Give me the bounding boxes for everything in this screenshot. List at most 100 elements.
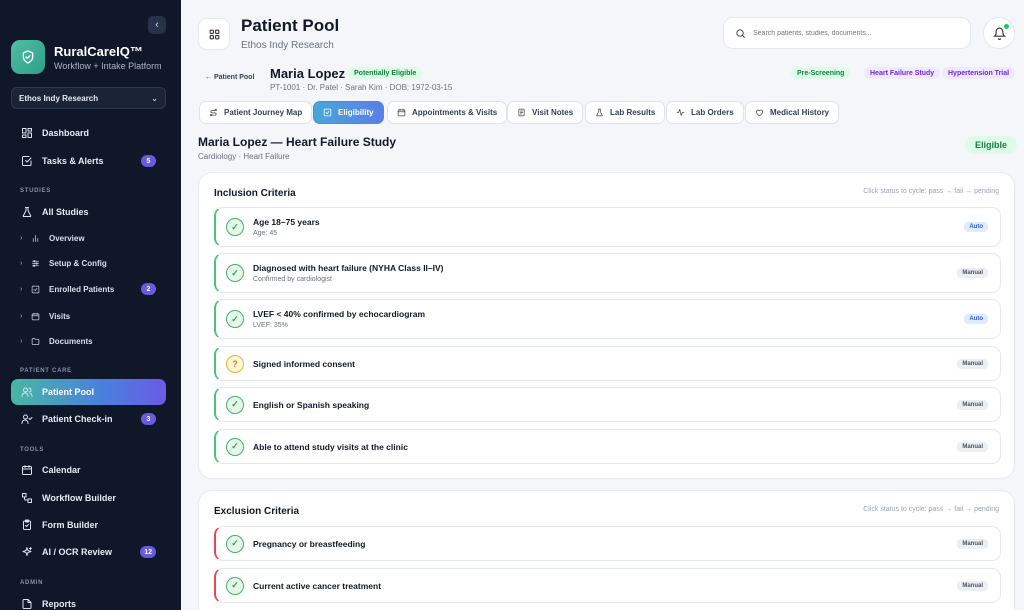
brand-subtitle: Workflow + Intake Platform (54, 60, 162, 71)
status-toggle[interactable]: ✓ (226, 576, 244, 595)
sidebar-item-form-builder[interactable]: Form Builder (11, 512, 166, 538)
chevron-down-icon: ⌄ (151, 93, 158, 103)
mode-badge: Manual (957, 441, 988, 452)
sidebar-item-all-studies[interactable]: All Studies (11, 199, 166, 225)
card-title: Inclusion Criteria (214, 188, 296, 199)
chevron-right-icon: › (20, 312, 23, 320)
check-icon: ✓ (231, 441, 239, 451)
search-input[interactable] (753, 29, 953, 37)
status-toggle[interactable]: ✓ (226, 264, 244, 282)
status-toggle[interactable]: ✓ (226, 218, 244, 236)
sidebar-sub-label: Documents (49, 336, 93, 346)
criterion-label: Able to attend study visits at the clini… (253, 441, 408, 452)
tab-eligibility[interactable]: Eligibility (313, 101, 384, 124)
check-icon: ✓ (231, 538, 239, 548)
criterion-row: ✓ Able to attend study visits at the cli… (214, 429, 1001, 464)
criterion-label: Signed informed consent (253, 358, 356, 369)
check-icon: ✓ (231, 399, 239, 409)
tab-medical-history[interactable]: Medical History (745, 101, 840, 124)
bell-icon (992, 27, 1006, 40)
patient-meta: PT-1001 · Dr. Patel · Sarah Kim · DOB: 1… (270, 83, 453, 92)
sidebar-sub-enrolled[interactable]: › Enrolled Patients 2 (20, 279, 166, 299)
search-bar[interactable] (723, 17, 971, 49)
check-icon: ✓ (231, 267, 239, 278)
card-title: Exclusion Criteria (214, 506, 300, 517)
tab-lab-orders[interactable]: Lab Orders (666, 101, 744, 124)
tab-label: Lab Orders (691, 108, 734, 117)
sidebar-item-label: Reports (42, 599, 77, 609)
grid-icon[interactable] (198, 18, 230, 50)
route-icon (210, 108, 217, 117)
org-select-label: Ethos Indy Research (19, 93, 99, 103)
sidebar-item-tasks[interactable]: Tasks & Alerts 5 (11, 148, 166, 174)
chevron-right-icon: › (20, 259, 23, 267)
sidebar-sub-label: Visits (49, 311, 71, 321)
back-link-label: Patient Pool (213, 74, 255, 81)
criterion-row: ✓ Age 18–75 years Age: 45 Auto (214, 207, 1001, 247)
org-select[interactable]: Ethos Indy Research ⌄ (11, 87, 166, 109)
flask-icon (22, 207, 32, 218)
chevron-right-icon: › (20, 337, 23, 345)
tab-label: Visit Notes (532, 108, 574, 117)
tab-appointments-visits[interactable]: Appointments & Visits (387, 101, 508, 124)
criterion-row: ✓ Diagnosed with heart failure (NYHA Cla… (214, 253, 1001, 293)
sidebar-item-label: Form Builder (42, 520, 99, 530)
check-icon: ✓ (231, 313, 239, 324)
tab-patient-journey-map[interactable]: Patient Journey Map (199, 101, 313, 124)
status-toggle[interactable]: ✓ (226, 395, 244, 414)
clipboard-icon (23, 519, 31, 530)
check-icon: ✓ (231, 580, 239, 590)
sidebar-item-reports[interactable]: Reports (11, 591, 166, 610)
sidebar-item-workflow-builder[interactable]: Workflow Builder (11, 485, 166, 511)
criterion-label: English or Spanish speaking (253, 399, 370, 410)
section-label-studies: STUDIES (20, 188, 51, 194)
shield-icon (11, 40, 45, 74)
sidebar-item-patient-pool[interactable]: Patient Pool (11, 379, 166, 405)
collapse-sidebar-button[interactable]: ‹ (148, 16, 166, 34)
sidebar-sub-visits[interactable]: › Visits (20, 306, 166, 326)
sidebar-sub-label: Enrolled Patients (49, 284, 115, 294)
tab-lab-results[interactable]: Lab Results (585, 101, 666, 124)
section-label-tools: TOOLS (20, 447, 45, 453)
bar-chart-icon (32, 234, 39, 242)
criterion-row: ✓ Pregnancy or breastfeeding Manual (214, 526, 1001, 561)
sidebar-item-ai-ocr-review[interactable]: AI / OCR Review 12 (11, 539, 166, 565)
sidebar-item-label: All Studies (42, 207, 89, 217)
page-subtitle: Ethos Indy Research (241, 40, 334, 51)
chevron-right-icon: › (20, 234, 23, 242)
check-square-icon (22, 156, 32, 166)
sidebar-item-label: Workflow Builder (42, 493, 116, 503)
sidebar-sub-overview[interactable]: › Overview (20, 228, 166, 248)
study-subtitle: Cardiology · Heart Failure (198, 152, 290, 161)
mode-badge: Manual (957, 580, 988, 591)
criterion-note: LVEF: 35% (253, 322, 288, 329)
sidebar-item-label: Patient Check-in (42, 414, 113, 424)
sidebar-item-dashboard[interactable]: Dashboard (11, 120, 166, 146)
count-badge: 5 (141, 155, 156, 167)
status-toggle[interactable]: ? (226, 354, 244, 373)
sidebar-item-patient-check-in[interactable]: Patient Check-in 3 (11, 406, 166, 432)
sidebar-sub-documents[interactable]: › Documents (20, 331, 166, 351)
exclusion-criteria-card: Exclusion Criteria Click status to cycle… (198, 490, 1015, 610)
mode-badge: Manual (957, 358, 988, 369)
status-toggle[interactable]: ✓ (226, 534, 244, 553)
criterion-label: Age 18–75 years (253, 217, 320, 227)
sidebar-item-calendar[interactable]: Calendar (11, 457, 166, 483)
criterion-label: LVEF < 40% confirmed by echocardiogram (253, 309, 426, 319)
criterion-note: Confirmed by cardiologist (253, 276, 332, 283)
chevron-left-icon: ‹ (155, 19, 159, 31)
card-hint: Click status to cycle: pass → fail → pen… (863, 506, 999, 513)
criterion-row: ✓ English or Spanish speaking Manual (214, 387, 1001, 422)
status-toggle[interactable]: ✓ (226, 310, 244, 328)
notifications-button[interactable] (983, 17, 1015, 49)
flask-icon (596, 108, 603, 117)
back-to-patient-pool-link[interactable]: ← Patient Pool (205, 74, 254, 81)
status-toggle[interactable]: ✓ (226, 437, 244, 456)
sliders-icon (32, 259, 39, 267)
sidebar-sub-setup[interactable]: › Setup & Config (20, 253, 166, 273)
criterion-label: Diagnosed with heart failure (NYHA Class… (253, 263, 444, 273)
criterion-label: Pregnancy or breastfeeding (253, 538, 366, 549)
activity-icon (676, 109, 685, 116)
tab-visit-notes[interactable]: Visit Notes (507, 101, 584, 124)
mode-badge: Manual (957, 268, 988, 278)
